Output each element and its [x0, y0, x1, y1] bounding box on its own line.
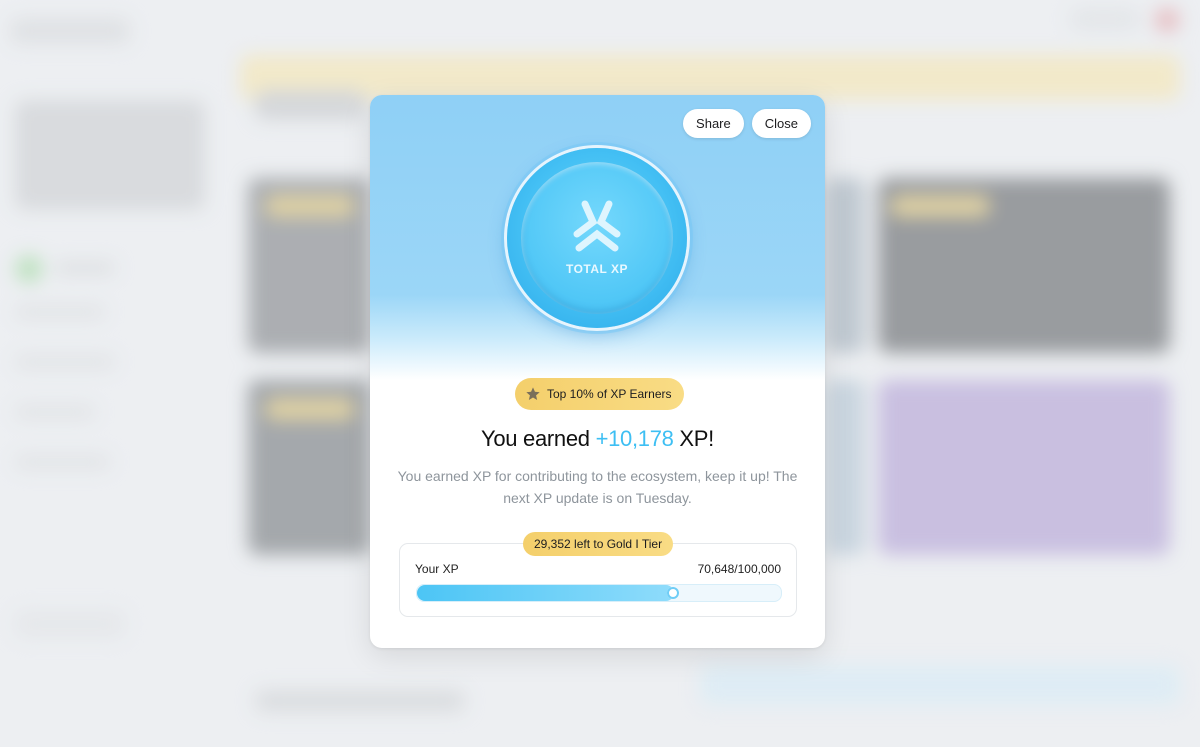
earned-headline: You earned +10,178 XP!: [481, 426, 714, 451]
xp-label: Your XP: [415, 562, 459, 576]
xp-earned-modal: Share Close TOTAL XP Top 10% of XP Earne…: [370, 95, 825, 648]
xp-value: 70,648/100,000: [697, 562, 781, 576]
total-xp-coin: TOTAL XP: [507, 148, 687, 328]
earned-amount: +10,178: [595, 426, 674, 451]
xp-progress-fill: [417, 585, 675, 601]
share-button[interactable]: Share: [683, 109, 744, 138]
top-earners-badge: Top 10% of XP Earners: [515, 378, 684, 410]
badge-label: Top 10% of XP Earners: [547, 387, 672, 401]
star-icon: [526, 387, 540, 400]
xp-progress-knob: [667, 587, 680, 599]
coin-label: TOTAL XP: [565, 262, 628, 276]
earned-description: You earned XP for contributing to the ec…: [397, 468, 798, 506]
modal-actions: Share Close: [683, 109, 811, 138]
total-xp-logo-icon: [573, 200, 621, 252]
tier-remaining-pill: 29,352 left to Gold I Tier: [523, 532, 674, 556]
xp-progress-bar: [416, 584, 782, 602]
close-button[interactable]: Close: [751, 109, 811, 138]
